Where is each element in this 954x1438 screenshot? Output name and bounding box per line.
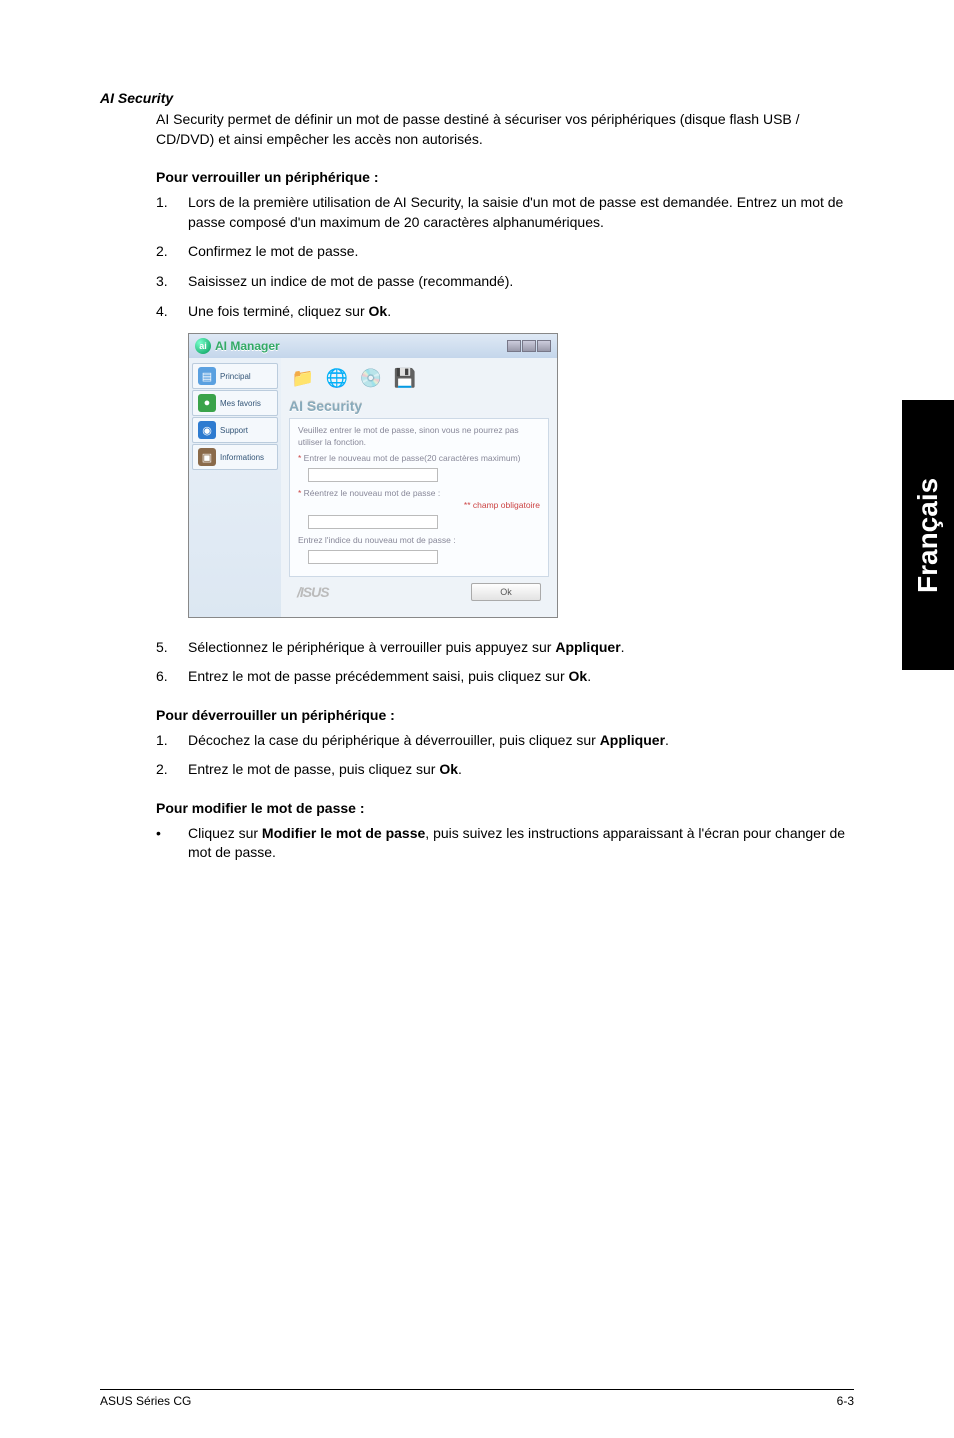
list-item: 2.Confirmez le mot de passe. [156,242,854,262]
sidebar: ▤Principal ●Mes favoris ◉Support ▣Inform… [189,358,281,616]
window-controls [507,340,551,352]
list-item: 3.Saisissez un indice de mot de passe (r… [156,272,854,292]
list-item: 5.Sélectionnez le périphérique à verroui… [156,638,854,658]
ok-button[interactable]: Ok [471,583,541,601]
brand-logo: /ISUS [297,584,329,600]
folder-icon[interactable]: 📁 [289,364,317,392]
globe-icon[interactable]: 🌐 [323,364,351,392]
sidebar-item-favoris[interactable]: ●Mes favoris [192,390,278,416]
panel-title: AI Security [289,398,549,414]
window-title: AI Manager [215,339,280,353]
password-input[interactable] [308,468,438,482]
unlock-steps: 1.Décochez la case du périphérique à dév… [156,731,854,780]
footer-left: ASUS Séries CG [100,1394,191,1408]
list-item: 4.Une fois terminé, cliquez sur Ok. [156,302,854,322]
ai-manager-window: ai AI Manager ▤Principal ●Mes favoris ◉S… [188,333,558,617]
disc-icon[interactable]: 💿 [357,364,385,392]
info-icon: ▣ [198,448,216,466]
drive-icon[interactable]: 💾 [391,364,419,392]
panel-intro: Veuillez entrer le mot de passe, sinon v… [298,425,540,449]
footer-right: 6-3 [837,1394,854,1408]
required-note: ** champ obligatoire [298,500,540,512]
modify-heading: Pour modifier le mot de passe : [156,800,854,816]
sidebar-item-informations[interactable]: ▣Informations [192,444,278,470]
app-logo-icon: ai [195,338,211,354]
sidebar-item-support[interactable]: ◉Support [192,417,278,443]
maximize-button[interactable] [522,340,536,352]
language-tab: Français [902,400,954,670]
section-title: AI Security [100,90,854,106]
password-confirm-input[interactable] [308,515,438,529]
list-item: 6.Entrez le mot de passe précédemment sa… [156,667,854,687]
modify-bullet: • Cliquez sur Modifier le mot de passe, … [156,824,854,863]
panel-body: Veuillez entrer le mot de passe, sinon v… [289,418,549,576]
unlock-heading: Pour déverrouiller un périphérique : [156,707,854,723]
close-button[interactable] [537,340,551,352]
star-icon: ● [198,394,216,412]
page-footer: ASUS Séries CG 6-3 [100,1389,854,1408]
lock-steps: 1.Lors de la première utilisation de AI … [156,193,854,321]
toolbar: 📁 🌐 💿 💾 [289,364,549,392]
lock-heading: Pour verrouiller un périphérique : [156,169,854,185]
list-item: 1.Lors de la première utilisation de AI … [156,193,854,232]
book-icon: ▤ [198,367,216,385]
list-item: 1.Décochez la case du périphérique à dév… [156,731,854,751]
list-item: 2.Entrez le mot de passe, puis cliquez s… [156,760,854,780]
lock-steps-2: 5.Sélectionnez le périphérique à verroui… [156,638,854,687]
section-intro: AI Security permet de définir un mot de … [156,110,854,149]
titlebar: ai AI Manager [189,334,557,358]
password-hint-input[interactable] [308,550,438,564]
minimize-button[interactable] [507,340,521,352]
support-icon: ◉ [198,421,216,439]
sidebar-item-principal[interactable]: ▤Principal [192,363,278,389]
